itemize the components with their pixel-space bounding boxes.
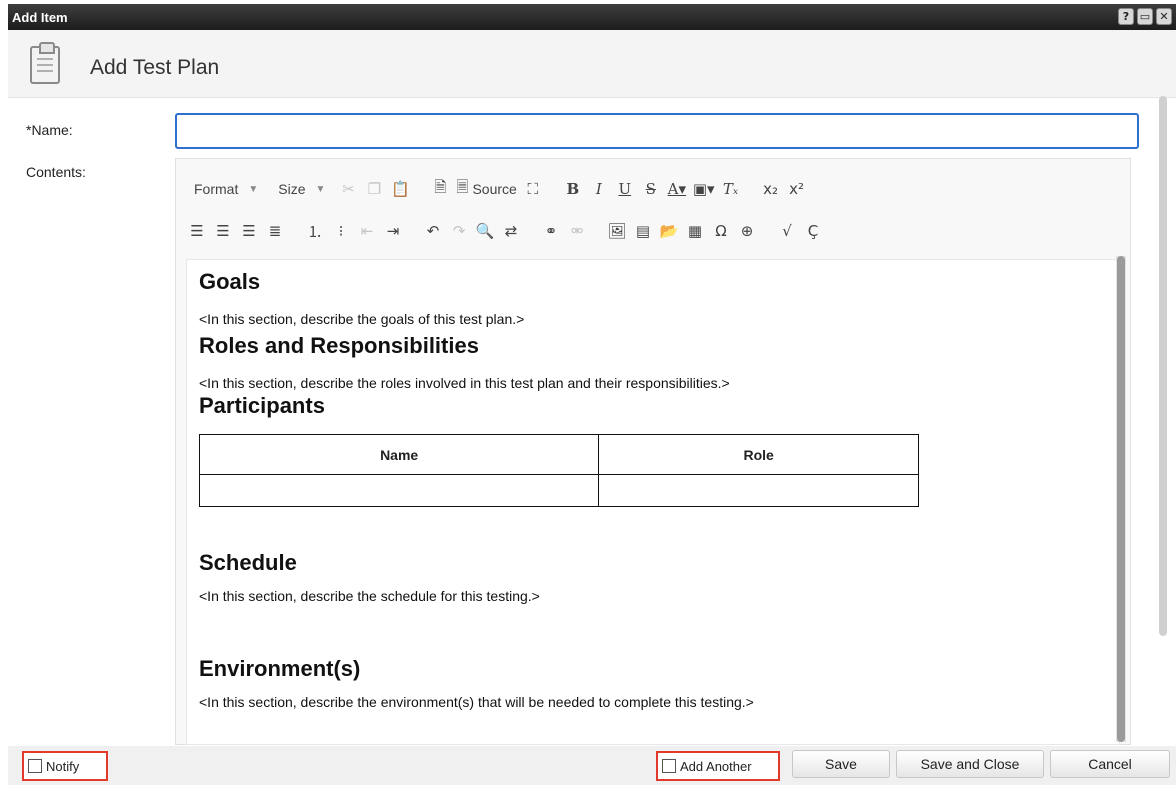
align-right-icon[interactable]: ☰ bbox=[236, 218, 262, 244]
copy-icon[interactable]: ❐ bbox=[361, 176, 387, 202]
cancel-button[interactable]: Cancel bbox=[1050, 750, 1170, 778]
clipboard-icon bbox=[30, 42, 60, 84]
find-icon[interactable]: 🔍 bbox=[472, 218, 498, 244]
editor-toolbar-row-2: ☰ ☰ ☰ ≣ ⒈ ⁝ ⇤ ⇥ ↶ ↷ 🔍 ⇄ ⚭ ⚮ 🖼 ▤ 📂 ▦ Ω ⊕ … bbox=[184, 209, 826, 253]
close-icon[interactable]: ✕ bbox=[1156, 8, 1172, 25]
outdent-icon[interactable]: ⇤ bbox=[354, 218, 380, 244]
table-header-name: Name bbox=[198, 434, 600, 475]
roles-text: <In this section, describe the roles inv… bbox=[199, 375, 730, 391]
participants-table: Name Role bbox=[198, 434, 919, 507]
scroll-thumb[interactable] bbox=[1159, 96, 1167, 636]
heading-roles: Roles and Responsibilities bbox=[199, 333, 479, 358]
link-icon[interactable]: ⚭ bbox=[538, 218, 564, 244]
table-icon[interactable]: ▦ bbox=[682, 218, 708, 244]
source-label: Source bbox=[472, 181, 517, 197]
insert-image-icon[interactable]: ▤ bbox=[630, 218, 656, 244]
heading-schedule: Schedule bbox=[199, 550, 297, 575]
paste-icon[interactable]: 📋 bbox=[387, 176, 413, 202]
align-center-icon[interactable]: ☰ bbox=[210, 218, 236, 244]
bold-icon[interactable]: B bbox=[560, 176, 586, 202]
folder-icon[interactable]: 📂 bbox=[656, 218, 682, 244]
heading-participants: Participants bbox=[199, 393, 325, 418]
save-and-close-button[interactable]: Save and Close bbox=[896, 750, 1044, 778]
source-button[interactable]: 🗏 Source bbox=[453, 176, 519, 202]
align-justify-icon[interactable]: ≣ bbox=[262, 218, 288, 244]
checkbox-icon[interactable] bbox=[662, 759, 676, 773]
maximize-editor-icon[interactable]: ⛶ bbox=[520, 176, 546, 202]
image-icon[interactable]: 🖼 bbox=[604, 218, 630, 244]
save-button[interactable]: Save bbox=[792, 750, 890, 778]
dialog-footer: Notify Add Another Save Save and Close C… bbox=[8, 746, 1176, 785]
text-color-icon[interactable]: A▾ bbox=[664, 176, 690, 202]
name-label: *Name: bbox=[26, 122, 73, 138]
environment-text: <In this section, describe the environme… bbox=[199, 694, 754, 710]
window-titlebar: Add Item ? ▭ ✕ bbox=[8, 4, 1176, 30]
table-header-role: Role bbox=[598, 434, 919, 475]
contents-label: Contents: bbox=[26, 164, 86, 180]
format-dropdown[interactable]: Format ▼ bbox=[184, 176, 268, 202]
replace-icon[interactable]: ⇄ bbox=[498, 218, 524, 244]
scroll-thumb[interactable] bbox=[1117, 256, 1125, 742]
cut-icon[interactable]: ✂ bbox=[335, 176, 361, 202]
special-char-icon[interactable]: Ω bbox=[708, 218, 734, 244]
unlink-icon[interactable]: ⚮ bbox=[564, 218, 590, 244]
table-cell[interactable] bbox=[598, 474, 919, 507]
maximize-icon[interactable]: ▭ bbox=[1137, 8, 1153, 25]
editor-toolbar-row-1: Format ▼ Size ▼ ✂ ❐ 📋 🗎 🗏 Source ⛶ B I U… bbox=[184, 167, 810, 211]
background-color-icon[interactable]: ▣▾ bbox=[690, 176, 718, 202]
strikethrough-icon[interactable]: S bbox=[638, 176, 664, 202]
checkbox-icon[interactable] bbox=[28, 759, 42, 773]
numbered-list-icon[interactable]: ⒈ bbox=[302, 218, 328, 244]
schedule-text: <In this section, describe the schedule … bbox=[199, 588, 540, 604]
chevron-down-icon: ▼ bbox=[315, 183, 326, 195]
page-title: Add Test Plan bbox=[90, 56, 220, 79]
size-label: Size bbox=[278, 181, 306, 197]
equation-icon[interactable]: √ bbox=[774, 218, 800, 244]
dialog-header: Add Test Plan bbox=[8, 30, 1176, 98]
editor-content[interactable]: Goals <In this section, describe the goa… bbox=[186, 259, 1120, 745]
insert-icon[interactable]: ⊕ bbox=[734, 218, 760, 244]
editor-scrollbar[interactable] bbox=[1116, 256, 1126, 742]
table-cell[interactable] bbox=[198, 474, 600, 507]
paste-text-icon[interactable]: 🗎 bbox=[427, 176, 453, 202]
heading-environment: Environment(s) bbox=[199, 656, 361, 681]
window-title: Add Item bbox=[12, 10, 68, 25]
bullet-list-icon[interactable]: ⁝ bbox=[328, 218, 354, 244]
add-another-checkbox[interactable]: Add Another bbox=[656, 751, 780, 781]
table-row bbox=[198, 474, 919, 507]
italic-icon[interactable]: I bbox=[586, 176, 612, 202]
source-icon: 🗏 bbox=[456, 177, 469, 196]
heading-goals: Goals bbox=[199, 269, 261, 294]
rich-text-editor: Format ▼ Size ▼ ✂ ❐ 📋 🗎 🗏 Source ⛶ B I U… bbox=[175, 158, 1131, 745]
add-another-label: Add Another bbox=[680, 758, 752, 774]
spellcheck-icon[interactable]: Ç bbox=[800, 218, 826, 244]
window-controls: ? ▭ ✕ bbox=[1118, 8, 1172, 25]
dialog-scrollbar[interactable] bbox=[1158, 96, 1168, 656]
help-icon[interactable]: ? bbox=[1118, 8, 1134, 25]
name-input[interactable] bbox=[175, 113, 1139, 149]
underline-icon[interactable]: U bbox=[612, 176, 638, 202]
size-dropdown[interactable]: Size ▼ bbox=[268, 176, 335, 202]
align-left-icon[interactable]: ☰ bbox=[184, 218, 210, 244]
undo-icon[interactable]: ↶ bbox=[420, 218, 446, 244]
chevron-down-icon: ▼ bbox=[248, 183, 259, 195]
redo-icon[interactable]: ↷ bbox=[446, 218, 472, 244]
goals-text: <In this section, describe the goals of … bbox=[199, 311, 525, 327]
format-label: Format bbox=[194, 181, 239, 197]
superscript-icon[interactable]: x² bbox=[784, 176, 810, 202]
indent-icon[interactable]: ⇥ bbox=[380, 218, 406, 244]
remove-format-icon[interactable]: Tₓ bbox=[718, 176, 744, 202]
subscript-icon[interactable]: x₂ bbox=[758, 176, 784, 202]
notify-checkbox[interactable]: Notify bbox=[22, 751, 108, 781]
notify-label: Notify bbox=[46, 758, 80, 774]
table-header-row: Name Role bbox=[198, 434, 919, 475]
